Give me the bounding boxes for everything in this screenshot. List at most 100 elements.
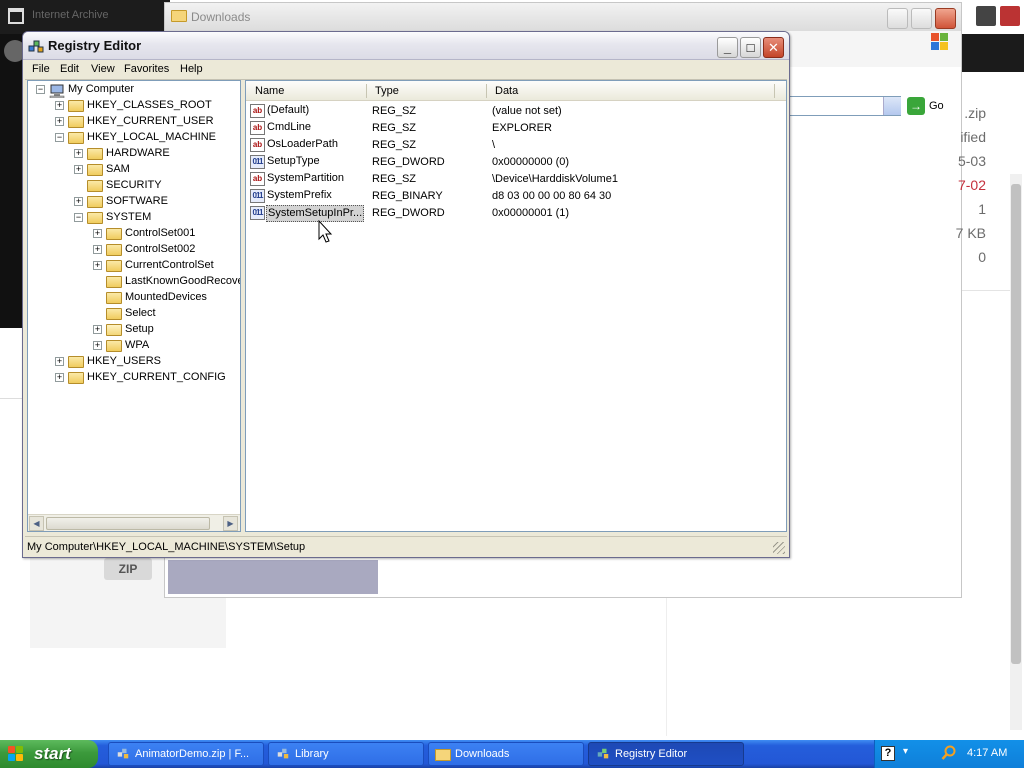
expand-icon[interactable]: + bbox=[93, 245, 102, 254]
tree-node-label: ControlSet002 bbox=[125, 243, 196, 255]
tree-node-label: SECURITY bbox=[106, 179, 162, 191]
column-header-data[interactable]: Data bbox=[495, 85, 518, 97]
folder-icon bbox=[87, 164, 103, 176]
tree-node[interactable]: − My Computer bbox=[28, 82, 240, 98]
value-row[interactable]: 011 SystemPrefix REG_BINARY d8 03 00 00 00 … bbox=[246, 188, 786, 205]
tree-node[interactable]: + HKEY_CURRENT_USER bbox=[28, 114, 240, 130]
search-icon[interactable] bbox=[941, 745, 957, 761]
value-type: REG_DWORD bbox=[372, 207, 445, 219]
expand-icon[interactable]: + bbox=[55, 117, 64, 126]
taskbar-item-animatordemo[interactable]: AnimatorDemo.zip | F... bbox=[108, 742, 264, 766]
menu-favorites[interactable]: Favorites bbox=[124, 63, 169, 75]
taskbar-item-registry-editor[interactable]: Registry Editor bbox=[588, 742, 744, 766]
close-button[interactable]: ✕ bbox=[763, 37, 784, 58]
tree-horizontal-scrollbar[interactable]: ◀ ▶ bbox=[28, 514, 240, 531]
page-scrollbar[interactable] bbox=[1010, 174, 1022, 730]
help-icon[interactable]: ? bbox=[881, 746, 895, 761]
tree-node[interactable]: + HARDWARE bbox=[28, 146, 240, 162]
menu-view[interactable]: View bbox=[91, 63, 115, 75]
tree-node[interactable]: + CurrentControlSet bbox=[28, 258, 240, 274]
folder-icon bbox=[68, 356, 84, 368]
status-path: My Computer\HKEY_LOCAL_MACHINE\SYSTEM\Se… bbox=[27, 541, 306, 553]
expand-icon[interactable]: + bbox=[55, 373, 64, 382]
tree-node[interactable]: MountedDevices bbox=[28, 290, 240, 306]
column-separator bbox=[774, 84, 775, 98]
expand-icon[interactable]: + bbox=[93, 229, 102, 238]
value-type: REG_SZ bbox=[372, 139, 417, 151]
tree-node[interactable]: LastKnownGoodRecove bbox=[28, 274, 240, 290]
taskbar-item-library[interactable]: Library bbox=[268, 742, 424, 766]
close-icon[interactable] bbox=[1000, 6, 1020, 26]
start-button[interactable]: start bbox=[0, 740, 98, 768]
computer-icon bbox=[49, 84, 65, 98]
scroll-right-icon[interactable]: ▶ bbox=[223, 516, 238, 531]
tree-node-label: HKEY_USERS bbox=[87, 355, 161, 367]
list-header: Name Type Data bbox=[246, 81, 786, 101]
registry-values-list[interactable]: Name Type Data ab (Default) REG_SZ (value n… bbox=[245, 80, 787, 532]
taskbar-item-downloads[interactable]: Downloads bbox=[428, 742, 584, 766]
expand-icon[interactable]: + bbox=[74, 197, 83, 206]
expand-icon[interactable]: + bbox=[93, 261, 102, 270]
tree-node[interactable]: + SAM bbox=[28, 162, 240, 178]
expand-icon[interactable]: + bbox=[74, 149, 83, 158]
menu-file[interactable]: File bbox=[32, 63, 50, 75]
tree-node-label: MountedDevices bbox=[125, 291, 207, 303]
value-data: 0x00000001 (1) bbox=[492, 207, 570, 219]
folder-icon bbox=[435, 749, 451, 761]
scroll-thumb[interactable] bbox=[46, 517, 210, 530]
tree-node[interactable]: SECURITY bbox=[28, 178, 240, 194]
tree-node[interactable]: + Setup bbox=[28, 322, 240, 338]
tree-node[interactable]: + HKEY_CURRENT_CONFIG bbox=[28, 370, 240, 386]
go-arrow-icon[interactable]: → bbox=[907, 97, 925, 115]
tree-node[interactable]: + ControlSet001 bbox=[28, 226, 240, 242]
collapse-icon[interactable]: − bbox=[55, 133, 64, 142]
column-header-name[interactable]: Name bbox=[255, 85, 284, 97]
zip-format-badge[interactable]: ZIP bbox=[104, 558, 152, 580]
tree-node[interactable]: + ControlSet002 bbox=[28, 242, 240, 258]
collapse-icon[interactable]: − bbox=[36, 85, 45, 94]
maximize-button[interactable] bbox=[911, 8, 932, 29]
restore-icon[interactable] bbox=[976, 6, 996, 26]
tree-node[interactable]: − HKEY_LOCAL_MACHINE bbox=[28, 130, 240, 146]
menu-help[interactable]: Help bbox=[180, 63, 203, 75]
expand-icon[interactable]: + bbox=[93, 341, 102, 350]
tree-node[interactable]: + HKEY_CLASSES_ROOT bbox=[28, 98, 240, 114]
minimize-button[interactable] bbox=[887, 8, 908, 29]
task-label: Library bbox=[295, 748, 329, 760]
collapse-icon[interactable]: − bbox=[74, 213, 83, 222]
value-data: (value not set) bbox=[492, 105, 562, 117]
maximize-button[interactable]: □ bbox=[740, 37, 761, 58]
value-row[interactable]: ab SystemPartition REG_SZ \Device\HarddiskV… bbox=[246, 171, 786, 188]
tree-node[interactable]: − SYSTEM bbox=[28, 210, 240, 226]
value-row[interactable]: ab CmdLine REG_SZ EXPLORER bbox=[246, 120, 786, 137]
value-row[interactable]: 011 SetupType REG_DWORD 0x00000000 (0) bbox=[246, 154, 786, 171]
expand-icon[interactable]: + bbox=[55, 101, 64, 110]
scroll-left-icon[interactable]: ◀ bbox=[29, 516, 44, 531]
size-partial: 7 KB bbox=[955, 225, 986, 241]
chevron-down-icon[interactable] bbox=[883, 97, 901, 115]
registry-key-tree[interactable]: − My Computer + HKEY_CLASSES_ROOT + HKEY_CURR… bbox=[27, 80, 241, 532]
downloads-title-bar: Downloads bbox=[165, 3, 961, 31]
date-partial: 5-03 bbox=[957, 153, 986, 169]
value-row[interactable]: ab (Default) REG_SZ (value not set) bbox=[246, 103, 786, 120]
tree-node[interactable]: Select bbox=[28, 306, 240, 322]
menu-edit[interactable]: Edit bbox=[60, 63, 79, 75]
chevron-down-icon[interactable]: ▾ bbox=[903, 746, 908, 757]
minimize-button[interactable]: _ bbox=[717, 37, 738, 58]
tree-node[interactable]: + WPA bbox=[28, 338, 240, 354]
tree-node[interactable]: + HKEY_USERS bbox=[28, 354, 240, 370]
column-header-type[interactable]: Type bbox=[375, 85, 399, 97]
folder-icon bbox=[106, 292, 122, 304]
close-button[interactable] bbox=[935, 8, 956, 29]
tree-node-label: ControlSet001 bbox=[125, 227, 196, 239]
expand-icon[interactable]: + bbox=[74, 165, 83, 174]
folder-icon bbox=[106, 228, 122, 240]
resize-grip-icon[interactable] bbox=[773, 542, 785, 554]
expand-icon[interactable]: + bbox=[93, 325, 102, 334]
value-name: CmdLine bbox=[267, 121, 312, 133]
tree-node[interactable]: + SOFTWARE bbox=[28, 194, 240, 210]
windows-flag-icon bbox=[8, 746, 24, 762]
expand-icon[interactable]: + bbox=[55, 357, 64, 366]
value-row[interactable]: ab OsLoaderPath REG_SZ \ bbox=[246, 137, 786, 154]
registry-editor-title-bar[interactable]: Registry Editor _ □ ✕ bbox=[23, 32, 789, 60]
